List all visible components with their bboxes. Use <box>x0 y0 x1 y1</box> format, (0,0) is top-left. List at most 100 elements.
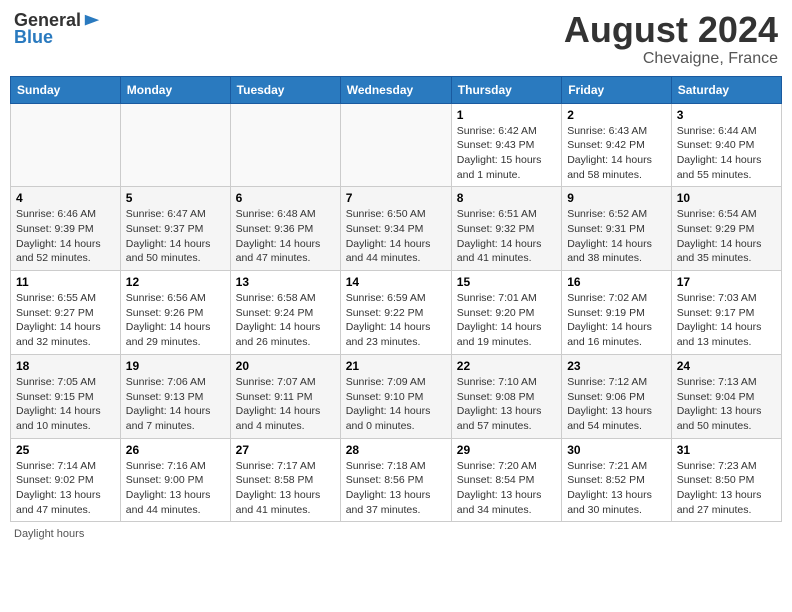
day-number: 19 <box>126 359 225 373</box>
calendar-cell: 27 Sunrise: 7:17 AM Sunset: 8:58 PM Dayli… <box>230 438 340 522</box>
calendar-cell: 15 Sunrise: 7:01 AM Sunset: 9:20 PM Dayli… <box>451 271 561 355</box>
day-info: Sunrise: 6:47 AM Sunset: 9:37 PM Dayligh… <box>126 207 225 266</box>
day-info: Sunrise: 6:58 AM Sunset: 9:24 PM Dayligh… <box>236 291 335 350</box>
calendar-cell: 18 Sunrise: 7:05 AM Sunset: 9:15 PM Dayli… <box>11 354 121 438</box>
day-number: 23 <box>567 359 666 373</box>
calendar-cell: 8Sunrise: 6:51 AM Sunset: 9:32 PM Daylig… <box>451 187 561 271</box>
calendar-cell: 1Sunrise: 6:42 AM Sunset: 9:43 PM Daylig… <box>451 103 561 187</box>
day-info: Sunrise: 7:12 AM Sunset: 9:06 PM Dayligh… <box>567 375 666 434</box>
day-info: Sunrise: 6:43 AM Sunset: 9:42 PM Dayligh… <box>567 124 666 183</box>
calendar-cell: 23 Sunrise: 7:12 AM Sunset: 9:06 PM Dayli… <box>562 354 672 438</box>
weekday-header-row: SundayMondayTuesdayWednesdayThursdayFrid… <box>11 76 782 103</box>
calendar-cell: 3 Sunrise: 6:44 AM Sunset: 9:40 PM Daylig… <box>671 103 781 187</box>
day-info: Sunrise: 7:03 AM Sunset: 9:17 PM Dayligh… <box>677 291 776 350</box>
calendar-cell: 4 Sunrise: 6:46 AM Sunset: 9:39 PM Daylig… <box>11 187 121 271</box>
calendar-cell: 11Sunrise: 6:55 AM Sunset: 9:27 PM Dayli… <box>11 271 121 355</box>
day-number: 27 <box>236 443 335 457</box>
calendar-cell: 14 Sunrise: 6:59 AM Sunset: 9:22 PM Dayli… <box>340 271 451 355</box>
day-info: Sunrise: 7:01 AM Sunset: 9:20 PM Dayligh… <box>457 291 556 350</box>
weekday-header-monday: Monday <box>120 76 230 103</box>
day-info: Sunrise: 6:42 AM Sunset: 9:43 PM Dayligh… <box>457 124 556 183</box>
day-number: 25 <box>16 443 115 457</box>
calendar-cell: 12Sunrise: 6:56 AM Sunset: 9:26 PM Dayli… <box>120 271 230 355</box>
day-info: Sunrise: 7:05 AM Sunset: 9:15 PM Dayligh… <box>16 375 115 434</box>
calendar-table: SundayMondayTuesdayWednesdayThursdayFrid… <box>10 76 782 523</box>
calendar-cell: 6 Sunrise: 6:48 AM Sunset: 9:36 PM Daylig… <box>230 187 340 271</box>
weekday-header-thursday: Thursday <box>451 76 561 103</box>
day-number: 12 <box>126 275 225 289</box>
calendar-cell: 9Sunrise: 6:52 AM Sunset: 9:31 PM Daylig… <box>562 187 672 271</box>
page-header: General Blue August 2024 Chevaigne, Fran… <box>10 10 782 68</box>
day-info: Sunrise: 6:46 AM Sunset: 9:39 PM Dayligh… <box>16 207 115 266</box>
calendar-cell: 21 Sunrise: 7:09 AM Sunset: 9:10 PM Dayli… <box>340 354 451 438</box>
calendar-week-row: 11Sunrise: 6:55 AM Sunset: 9:27 PM Dayli… <box>11 271 782 355</box>
weekday-header-sunday: Sunday <box>11 76 121 103</box>
calendar-cell: 2Sunrise: 6:43 AM Sunset: 9:42 PM Daylig… <box>562 103 672 187</box>
day-info: Sunrise: 7:20 AM Sunset: 8:54 PM Dayligh… <box>457 459 556 518</box>
day-info: Sunrise: 7:09 AM Sunset: 9:10 PM Dayligh… <box>346 375 446 434</box>
location-subtitle: Chevaigne, France <box>564 50 778 68</box>
day-info: Sunrise: 6:50 AM Sunset: 9:34 PM Dayligh… <box>346 207 446 266</box>
day-number: 7 <box>346 191 446 205</box>
calendar-cell: 25 Sunrise: 7:14 AM Sunset: 9:02 PM Dayli… <box>11 438 121 522</box>
calendar-cell <box>120 103 230 187</box>
day-info: Sunrise: 6:44 AM Sunset: 9:40 PM Dayligh… <box>677 124 776 183</box>
day-number: 5 <box>126 191 225 205</box>
calendar-cell: 10 Sunrise: 6:54 AM Sunset: 9:29 PM Dayli… <box>671 187 781 271</box>
day-info: Sunrise: 7:10 AM Sunset: 9:08 PM Dayligh… <box>457 375 556 434</box>
day-info: Sunrise: 7:14 AM Sunset: 9:02 PM Dayligh… <box>16 459 115 518</box>
day-info: Sunrise: 7:02 AM Sunset: 9:19 PM Dayligh… <box>567 291 666 350</box>
weekday-header-friday: Friday <box>562 76 672 103</box>
day-number: 13 <box>236 275 335 289</box>
day-info: Sunrise: 7:18 AM Sunset: 8:56 PM Dayligh… <box>346 459 446 518</box>
day-number: 10 <box>677 191 776 205</box>
title-block: August 2024 Chevaigne, France <box>564 10 778 68</box>
day-info: Sunrise: 6:48 AM Sunset: 9:36 PM Dayligh… <box>236 207 335 266</box>
calendar-cell: 19Sunrise: 7:06 AM Sunset: 9:13 PM Dayli… <box>120 354 230 438</box>
calendar-cell: 30Sunrise: 7:21 AM Sunset: 8:52 PM Dayli… <box>562 438 672 522</box>
day-number: 20 <box>236 359 335 373</box>
day-number: 24 <box>677 359 776 373</box>
day-info: Sunrise: 7:17 AM Sunset: 8:58 PM Dayligh… <box>236 459 335 518</box>
day-info: Sunrise: 7:13 AM Sunset: 9:04 PM Dayligh… <box>677 375 776 434</box>
calendar-cell: 16 Sunrise: 7:02 AM Sunset: 9:19 PM Dayli… <box>562 271 672 355</box>
day-number: 26 <box>126 443 225 457</box>
footer-note: Daylight hours <box>10 528 782 540</box>
calendar-cell: 26 Sunrise: 7:16 AM Sunset: 9:00 PM Dayli… <box>120 438 230 522</box>
day-info: Sunrise: 7:07 AM Sunset: 9:11 PM Dayligh… <box>236 375 335 434</box>
logo: General Blue <box>14 10 101 48</box>
calendar-cell: 22 Sunrise: 7:10 AM Sunset: 9:08 PM Dayli… <box>451 354 561 438</box>
calendar-cell <box>340 103 451 187</box>
day-number: 21 <box>346 359 446 373</box>
day-number: 22 <box>457 359 556 373</box>
day-number: 18 <box>16 359 115 373</box>
calendar-week-row: 4 Sunrise: 6:46 AM Sunset: 9:39 PM Daylig… <box>11 187 782 271</box>
calendar-cell: 13 Sunrise: 6:58 AM Sunset: 9:24 PM Dayli… <box>230 271 340 355</box>
day-info: Sunrise: 7:16 AM Sunset: 9:00 PM Dayligh… <box>126 459 225 518</box>
day-number: 3 <box>677 108 776 122</box>
day-number: 8 <box>457 191 556 205</box>
day-number: 31 <box>677 443 776 457</box>
calendar-week-row: 18 Sunrise: 7:05 AM Sunset: 9:15 PM Dayli… <box>11 354 782 438</box>
day-number: 9 <box>567 191 666 205</box>
day-number: 11 <box>16 275 115 289</box>
weekday-header-wednesday: Wednesday <box>340 76 451 103</box>
calendar-week-row: 1Sunrise: 6:42 AM Sunset: 9:43 PM Daylig… <box>11 103 782 187</box>
weekday-header-tuesday: Tuesday <box>230 76 340 103</box>
calendar-cell: 24 Sunrise: 7:13 AM Sunset: 9:04 PM Dayli… <box>671 354 781 438</box>
calendar-cell: 5 Sunrise: 6:47 AM Sunset: 9:37 PM Daylig… <box>120 187 230 271</box>
day-number: 14 <box>346 275 446 289</box>
daylight-note: Daylight hours <box>14 528 84 540</box>
calendar-cell: 31Sunrise: 7:23 AM Sunset: 8:50 PM Dayli… <box>671 438 781 522</box>
day-info: Sunrise: 6:59 AM Sunset: 9:22 PM Dayligh… <box>346 291 446 350</box>
calendar-cell: 7 Sunrise: 6:50 AM Sunset: 9:34 PM Daylig… <box>340 187 451 271</box>
day-number: 29 <box>457 443 556 457</box>
logo-blue: Blue <box>14 27 53 48</box>
day-info: Sunrise: 6:54 AM Sunset: 9:29 PM Dayligh… <box>677 207 776 266</box>
day-number: 6 <box>236 191 335 205</box>
day-info: Sunrise: 7:21 AM Sunset: 8:52 PM Dayligh… <box>567 459 666 518</box>
day-number: 16 <box>567 275 666 289</box>
day-number: 28 <box>346 443 446 457</box>
day-number: 15 <box>457 275 556 289</box>
day-number: 4 <box>16 191 115 205</box>
